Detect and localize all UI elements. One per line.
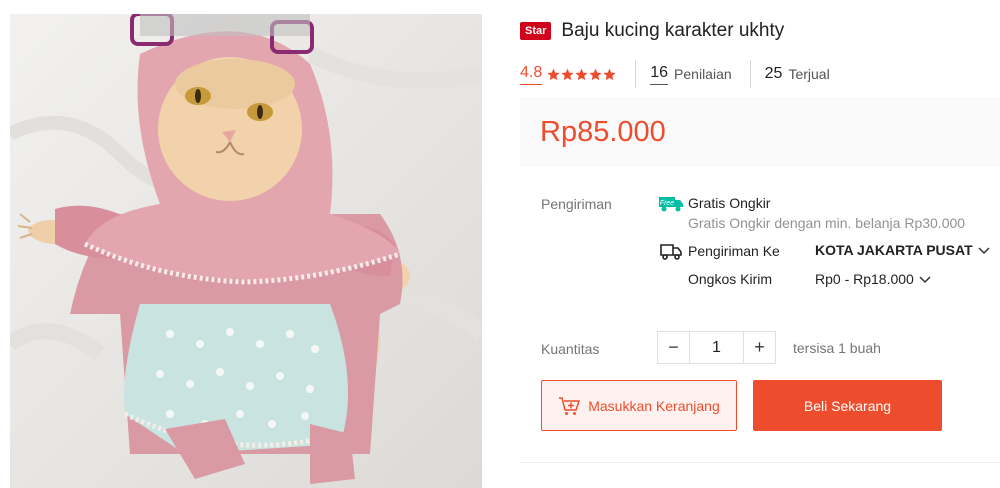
free-icon-text: Free [660, 200, 675, 207]
quantity-increase-button[interactable]: + [743, 331, 776, 364]
ship-to-dropdown[interactable]: KOTA JAKARTA PUSAT [815, 242, 991, 258]
reviews-count[interactable]: 16 [650, 63, 669, 85]
add-cart-icon [559, 396, 581, 415]
quantity-stepper: − 1 + [657, 331, 776, 364]
ship-cost-label: Ongkos Kirim [688, 271, 773, 287]
star-icon [561, 68, 574, 80]
free-shipping-desc: Gratis Ongkir dengan min. belanja Rp30.0… [688, 215, 966, 231]
buy-now-label: Beli Sekarang [803, 397, 892, 414]
truck-icon [660, 244, 682, 260]
divider [635, 60, 637, 88]
rating-stars [547, 68, 617, 81]
star-icon [603, 68, 616, 80]
ship-to-value: KOTA JAKARTA PUSAT [815, 242, 973, 258]
product-price: Rp85.000 [540, 115, 666, 148]
ship-cost-dropdown[interactable]: Rp0 - Rp18.000 [815, 271, 932, 287]
quantity-decrease-button[interactable]: − [657, 331, 690, 364]
star-seller-badge: Star [520, 22, 552, 40]
star-icon [575, 68, 588, 80]
sold-label: Terjual [788, 66, 830, 82]
buy-now-button[interactable]: Beli Sekarang [753, 380, 942, 431]
price-box: Rp85.000 [520, 97, 1000, 167]
free-shipping-title: Gratis Ongkir [688, 195, 771, 211]
title-row: Star Baju kucing karakter ukhty [520, 20, 784, 42]
rating-row: 4.8 16 Penilaian 25 Terjual [520, 60, 830, 88]
shipping-label: Pengiriman [541, 196, 612, 212]
star-icon [589, 68, 602, 80]
product-title: Baju kucing karakter ukhty [561, 20, 785, 41]
chevron-down-icon [978, 247, 990, 255]
quantity-input[interactable]: 1 [690, 331, 743, 364]
divider [520, 462, 1000, 463]
quantity-label: Kuantitas [541, 341, 600, 357]
ship-to: Pengiriman Ke [660, 242, 780, 260]
product-image[interactable] [10, 14, 482, 488]
add-to-cart-button[interactable]: Masukkan Keranjang [541, 380, 737, 431]
stock-text: tersisa 1 buah [793, 340, 881, 356]
chevron-down-icon [919, 276, 931, 284]
reviews-label: Penilaian [674, 66, 732, 82]
rating-value[interactable]: 4.8 [520, 63, 543, 85]
ship-cost-value: Rp0 - Rp18.000 [815, 271, 914, 287]
cat-photo [10, 14, 482, 488]
free-shipping: Free Gratis Ongkir [658, 194, 770, 212]
divider [749, 60, 751, 88]
star-icon [547, 68, 560, 80]
free-shipping-icon: Free [659, 197, 683, 212]
ship-to-label: Pengiriman Ke [688, 243, 780, 259]
sold-count: 25 [764, 65, 783, 82]
add-to-cart-label: Masukkan Keranjang [588, 397, 720, 414]
